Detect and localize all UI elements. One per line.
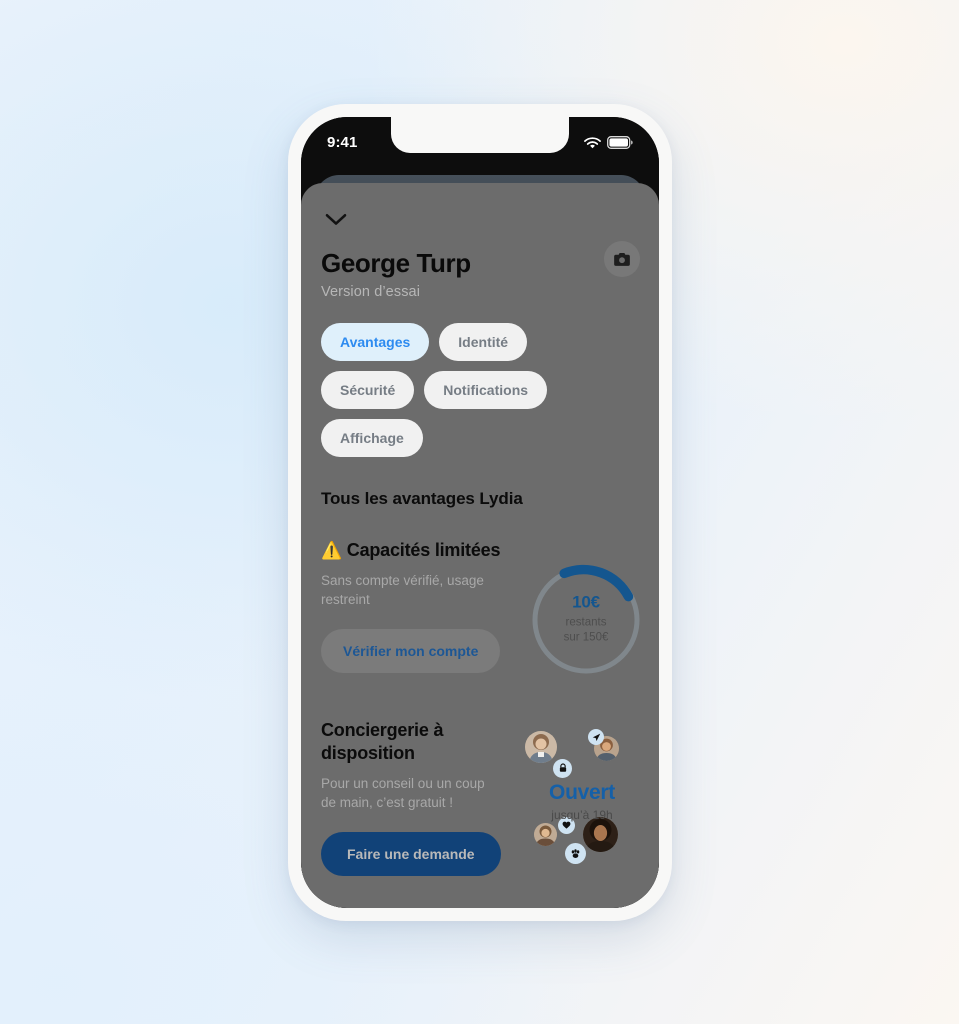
page-title: George Turp: [321, 248, 471, 278]
chevron-down-icon[interactable]: [321, 206, 351, 232]
phone-frame: 9:41 George Turp Version d’essai Avantag…: [288, 104, 672, 921]
lock-icon: [553, 758, 572, 778]
tab-identite[interactable]: Identité: [439, 322, 528, 361]
feature-text-block: ⚠️ Capacités limitées Sans compte vérifi…: [321, 539, 516, 673]
sheet-header: [321, 183, 639, 235]
phone-screen: 9:41 George Turp Version d’essai Avantag…: [301, 117, 659, 908]
sheet-content: George Turp Version d’essai Avantages Id…: [301, 183, 659, 908]
tab-securite[interactable]: Sécurité: [321, 370, 415, 409]
make-request-button[interactable]: Faire une demande: [321, 831, 501, 876]
tab-list: Avantages Identité Sécurité Notification…: [321, 322, 621, 457]
feature-title-text: Capacités limitées: [346, 539, 501, 560]
ring-label-line1: restants: [565, 616, 607, 629]
notch: [391, 117, 569, 153]
warning-icon: ⚠️: [321, 540, 342, 560]
feature-capacites-limitees: ⚠️ Capacités limitées Sans compte vérifi…: [321, 539, 640, 674]
feature-description: Pour un conseil ou un coup de main, c’es…: [321, 775, 485, 811]
profile-sheet: George Turp Version d’essai Avantages Id…: [301, 183, 659, 908]
section-title: Tous les avantages Lydia: [321, 488, 523, 508]
battery-icon: [607, 136, 633, 149]
plane-icon: [588, 728, 604, 745]
avatar: [525, 730, 557, 763]
avatar: [534, 822, 557, 846]
tab-affichage[interactable]: Affichage: [321, 418, 423, 457]
avatar: [583, 816, 618, 852]
remaining-balance-ring: 10€ restants sur 150€: [527, 561, 645, 679]
status-subtitle: jusqu’à 19h: [551, 807, 613, 822]
feature-title: Conciergerie à disposition: [321, 719, 444, 763]
ring-label-line2: sur 150€: [563, 632, 609, 645]
camera-icon[interactable]: [604, 241, 640, 277]
concierge-status-visual: Ouvert jusqu’à 19h: [517, 728, 647, 869]
status-bar-indicators: [584, 136, 633, 149]
feature-text-block: Conciergerie à disposition Pour un conse…: [321, 719, 516, 876]
wifi-icon: [584, 136, 601, 149]
ring-center-text: 10€ restants sur 150€: [527, 592, 645, 647]
verify-account-button[interactable]: Vérifier mon compte: [321, 628, 501, 673]
tab-notifications[interactable]: Notifications: [424, 370, 548, 409]
status-title: Ouvert: [549, 780, 615, 804]
concierge-status: Ouvert jusqu’à 19h: [517, 781, 647, 822]
tab-avantages[interactable]: Avantages: [321, 322, 430, 361]
ring-label: restants sur 150€: [527, 615, 645, 647]
status-bar-time: 9:41: [327, 134, 358, 151]
feature-conciergerie: Conciergerie à disposition Pour un conse…: [321, 719, 639, 876]
paw-icon: [565, 842, 586, 864]
ring-value: 10€: [572, 592, 600, 612]
feature-title: ⚠️ Capacités limitées: [321, 539, 516, 562]
feature-description: Sans compte vérifié, usage restreint: [321, 572, 484, 608]
profile-subtitle: Version d’essai: [321, 283, 421, 300]
